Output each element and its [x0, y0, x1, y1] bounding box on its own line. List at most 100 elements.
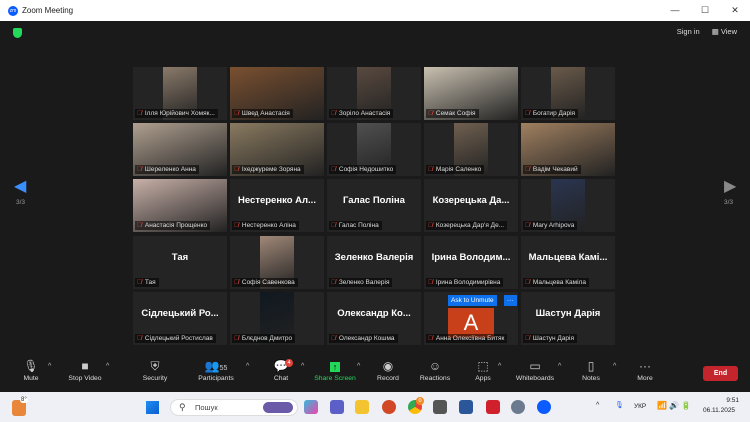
muted-microphone-icon: 🎙̸: [234, 279, 239, 286]
search-placeholder: Пошук: [195, 403, 218, 412]
more-button[interactable]: ··· More: [615, 359, 675, 382]
participant-name-label: 🎙̸ Семак Софія: [426, 109, 479, 118]
windows-taskbar: 8° ⚲ Пошук 0 ^ 🎙 УКР 📶 🔊 🔋 9:51 06.11.202…: [0, 392, 750, 422]
next-page-arrow-icon[interactable]: ▶: [724, 176, 736, 196]
muted-microphone-icon: 🎙̸: [234, 166, 239, 173]
participant-tile[interactable]: Нестеренко Ал... 🎙̸ Нестеренко Аліна: [230, 179, 324, 232]
participant-tile[interactable]: 🎙̸ Софія Савенкова: [230, 236, 324, 289]
apps-label: Apps: [475, 375, 491, 382]
participant-tile[interactable]: 🎙̸ Вадім Чекавий: [521, 123, 615, 176]
notes-button[interactable]: ▯ Notes: [561, 359, 621, 382]
previous-page-arrow-icon[interactable]: ◀: [14, 176, 26, 196]
wps-office-icon[interactable]: [486, 400, 500, 414]
muted-microphone-icon: 🎙̸: [137, 222, 142, 229]
microphone-tray-icon[interactable]: 🎙: [615, 401, 624, 409]
muted-microphone-icon: 🎙̸: [525, 279, 530, 286]
tile-more-button[interactable]: ···: [504, 295, 517, 306]
clock-time[interactable]: 9:51: [707, 397, 739, 404]
participant-tile[interactable]: 🎙̸ Іхеджуреме Зоряна: [230, 123, 324, 176]
participant-tile[interactable]: 🎙̸ Софія Недошитко: [327, 123, 421, 176]
security-button[interactable]: ⛨ Security: [125, 359, 185, 382]
powerpoint-icon[interactable]: [382, 400, 396, 414]
share-screen-button[interactable]: ↑ Share Screen: [305, 359, 365, 382]
participant-name-large: Зеленко Валерія: [334, 252, 414, 263]
participant-tile[interactable]: 🎙̸ Анастасія Прощенко: [133, 179, 227, 232]
apps-caret[interactable]: ^: [498, 363, 501, 370]
file-explorer-icon[interactable]: [355, 400, 369, 414]
participants-caret[interactable]: ^: [246, 363, 249, 370]
participant-name: Зеленко Валерія: [338, 279, 390, 286]
participant-tile[interactable]: 🎙̸ Блєднов Дмитро: [230, 292, 324, 345]
participant-name: Нестеренко Аліна: [241, 222, 296, 229]
participant-tile[interactable]: 🎙̸ Богатир Дарія: [521, 67, 615, 120]
participant-name-label: 🎙̸ Козерецька Дар'я Де...: [426, 221, 508, 230]
muted-microphone-icon: 🎙̸: [428, 222, 433, 229]
muted-microphone-icon: 🎙̸: [331, 279, 336, 286]
participant-tile[interactable]: 🎙̸ Швед Анастасія: [230, 67, 324, 120]
participants-button[interactable]: 👥55 Participants: [186, 359, 246, 382]
teams-icon[interactable]: [330, 400, 344, 414]
participant-tile[interactable]: Шастун Дарія 🎙̸ Шастун Дарія: [521, 292, 615, 345]
participant-name-label: 🎙̸ Іхеджуреме Зоряна: [232, 165, 304, 174]
settings-gear-icon[interactable]: [511, 400, 525, 414]
muted-microphone-icon: 🎙̸: [428, 279, 433, 286]
muted-microphone-icon: 🎙̸: [525, 110, 530, 117]
participant-name: Швед Анастасія: [241, 110, 290, 117]
participant-name: Ірина Володимирівна: [435, 279, 501, 286]
calculator-icon[interactable]: [433, 400, 447, 414]
encryption-shield-icon[interactable]: [13, 28, 22, 38]
end-meeting-button[interactable]: End: [703, 366, 738, 381]
copilot-icon[interactable]: [304, 400, 318, 414]
clock-date[interactable]: 06.11.2025: [703, 407, 735, 414]
participant-name: Шастун Дарія: [532, 335, 574, 342]
meeting-toolbar: 🎙 Mute ^ ■ Stop Video ^ ⛨ Security 👥55 Parti…: [3, 355, 747, 390]
network-volume-battery-icons[interactable]: 📶 🔊 🔋: [657, 401, 691, 410]
participant-name: Тая: [144, 279, 156, 286]
participant-name: Галас Поліна: [338, 222, 379, 229]
participant-tile[interactable]: Мальцева Камі... 🎙̸ Мальцева Каміла: [521, 236, 615, 289]
view-button[interactable]: ▦ View: [712, 27, 737, 36]
ask-to-unmute-button[interactable]: Ask to Unmute: [448, 295, 497, 306]
participant-tile[interactable]: 🎙̸ Ілля Юрійович Хомяк...: [133, 67, 227, 120]
taskbar-search[interactable]: ⚲ Пошук: [170, 399, 298, 416]
participant-tile[interactable]: 🎙̸ Шереленко Анна: [133, 123, 227, 176]
participant-name-label: 🎙̸ Анна Олексіївна Битяк: [426, 334, 508, 343]
sign-in-button[interactable]: Sign in: [677, 27, 700, 36]
maximize-button[interactable]: ☐: [690, 0, 720, 21]
close-button[interactable]: ✕: [720, 0, 750, 21]
participant-tile[interactable]: 🎙̸ Марія Саленко: [424, 123, 518, 176]
participant-tile[interactable]: A Ask to Unmute ··· 🎙̸ Анна Олексіївна Бит…: [424, 292, 518, 345]
participant-tile[interactable]: Сідлецький Ро... 🎙̸ Сідлецький Ростислав: [133, 292, 227, 345]
apps-icon: ⬚: [477, 359, 489, 373]
security-label: Security: [142, 375, 168, 382]
windows-start-icon[interactable]: [146, 401, 159, 414]
participant-tile[interactable]: Ірина Володим... 🎙̸ Ірина Володимирівна: [424, 236, 518, 289]
share-screen-label: Share Screen: [314, 375, 356, 382]
video-options-caret[interactable]: ^: [106, 363, 109, 370]
zoom-taskbar-icon[interactable]: [537, 400, 551, 414]
participant-tile[interactable]: Тая 🎙̸ Тая: [133, 236, 227, 289]
mute-button[interactable]: 🎙 Mute: [1, 359, 61, 382]
audio-options-caret[interactable]: ^: [48, 363, 51, 370]
minimize-button[interactable]: —: [660, 0, 690, 21]
whiteboards-label: Whiteboards: [515, 375, 555, 382]
apps-button[interactable]: ⬚ Apps: [453, 359, 513, 382]
participant-tile[interactable]: Зеленко Валерія 🎙̸ Зеленко Валерія: [327, 236, 421, 289]
hidden-icons-chevron-icon[interactable]: ^: [596, 402, 599, 409]
whiteboards-button[interactable]: ▭ Whiteboards: [505, 359, 565, 382]
language-indicator[interactable]: УКР: [634, 403, 646, 410]
participant-tile[interactable]: 🎙̸ Зоріло Анастасія: [327, 67, 421, 120]
muted-microphone-icon: 🎙̸: [137, 166, 142, 173]
participant-tile[interactable]: Олександр Ко... 🎙̸ Олександр Кошма: [327, 292, 421, 345]
participant-name-label: 🎙̸ Зеленко Валерія: [329, 278, 393, 287]
muted-microphone-icon: 🎙̸: [234, 222, 239, 229]
participant-name-large: Олександр Ко...: [337, 308, 411, 319]
word-icon[interactable]: [459, 400, 473, 414]
chat-caret[interactable]: ^: [301, 363, 304, 370]
participant-tile[interactable]: Козерецька Да... 🎙̸ Козерецька Дар'я Де...: [424, 179, 518, 232]
participant-tile[interactable]: 🎙̸ Семак Софія: [424, 67, 518, 120]
page-indicator-right: 3/3: [724, 199, 734, 206]
participant-name-label: 🎙̸ Швед Анастасія: [232, 109, 293, 118]
participant-tile[interactable]: 🎙̸ Mary Arhipova: [521, 179, 615, 232]
participant-tile[interactable]: Галас Поліна 🎙̸ Галас Поліна: [327, 179, 421, 232]
